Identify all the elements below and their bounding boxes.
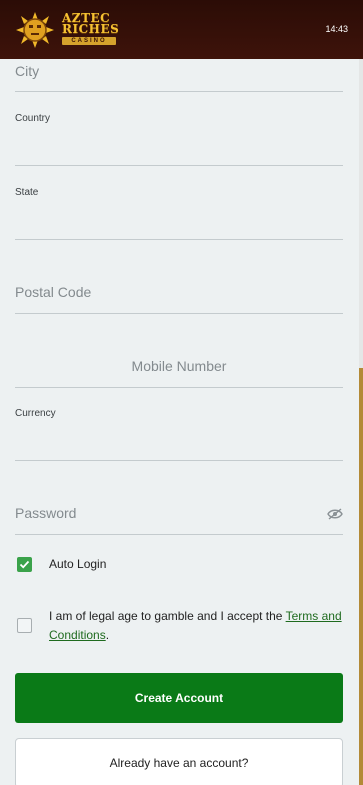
legal-age-text: I am of legal age to gamble and I accept… bbox=[49, 607, 345, 645]
currency-select[interactable]: Currency bbox=[15, 388, 343, 461]
legal-age-label: I am of legal age to gamble and I accept… bbox=[49, 609, 286, 623]
aztec-riches-logo[interactable]: AZTEC RICHES CASINO bbox=[15, 11, 120, 49]
legal-age-suffix: . bbox=[105, 628, 110, 642]
password-field[interactable]: Password bbox=[15, 461, 343, 535]
mobile-number-placeholder: Mobile Number bbox=[131, 358, 227, 374]
state-label: State bbox=[15, 187, 39, 198]
scrollbar-thumb[interactable] bbox=[359, 368, 363, 785]
logo-line-riches: RICHES bbox=[62, 22, 120, 36]
clock-time: 14:43 bbox=[325, 24, 348, 34]
legal-age-checkbox[interactable] bbox=[17, 618, 32, 633]
hide-password-icon[interactable] bbox=[327, 508, 343, 520]
create-account-button[interactable]: Create Account bbox=[15, 673, 343, 723]
auto-login-checkbox[interactable] bbox=[17, 557, 32, 572]
country-select[interactable]: Country bbox=[15, 92, 343, 166]
auto-login-row[interactable]: Auto Login bbox=[15, 555, 345, 575]
logo-line-casino: CASINO bbox=[62, 37, 116, 45]
postal-code-field[interactable]: Postal Code bbox=[15, 240, 343, 314]
password-placeholder: Password bbox=[15, 505, 77, 521]
currency-label: Currency bbox=[15, 408, 56, 419]
postal-code-placeholder: Postal Code bbox=[15, 284, 92, 300]
country-label: Country bbox=[15, 113, 51, 124]
already-have-account-button[interactable]: Already have an account? bbox=[15, 738, 343, 785]
city-placeholder: City bbox=[15, 63, 40, 79]
checkmark-icon bbox=[19, 560, 30, 569]
legal-age-row[interactable]: I am of legal age to gamble and I accept… bbox=[15, 607, 345, 647]
mobile-number-field[interactable]: Mobile Number bbox=[15, 314, 343, 388]
aztec-sun-icon bbox=[16, 12, 54, 48]
city-field[interactable]: City bbox=[15, 59, 343, 92]
auto-login-label: Auto Login bbox=[49, 557, 107, 571]
logo-wordmark: AZTEC RICHES CASINO bbox=[62, 12, 120, 45]
state-select[interactable]: State bbox=[15, 166, 343, 240]
app-header: AZTEC RICHES CASINO 14:43 bbox=[0, 0, 363, 59]
